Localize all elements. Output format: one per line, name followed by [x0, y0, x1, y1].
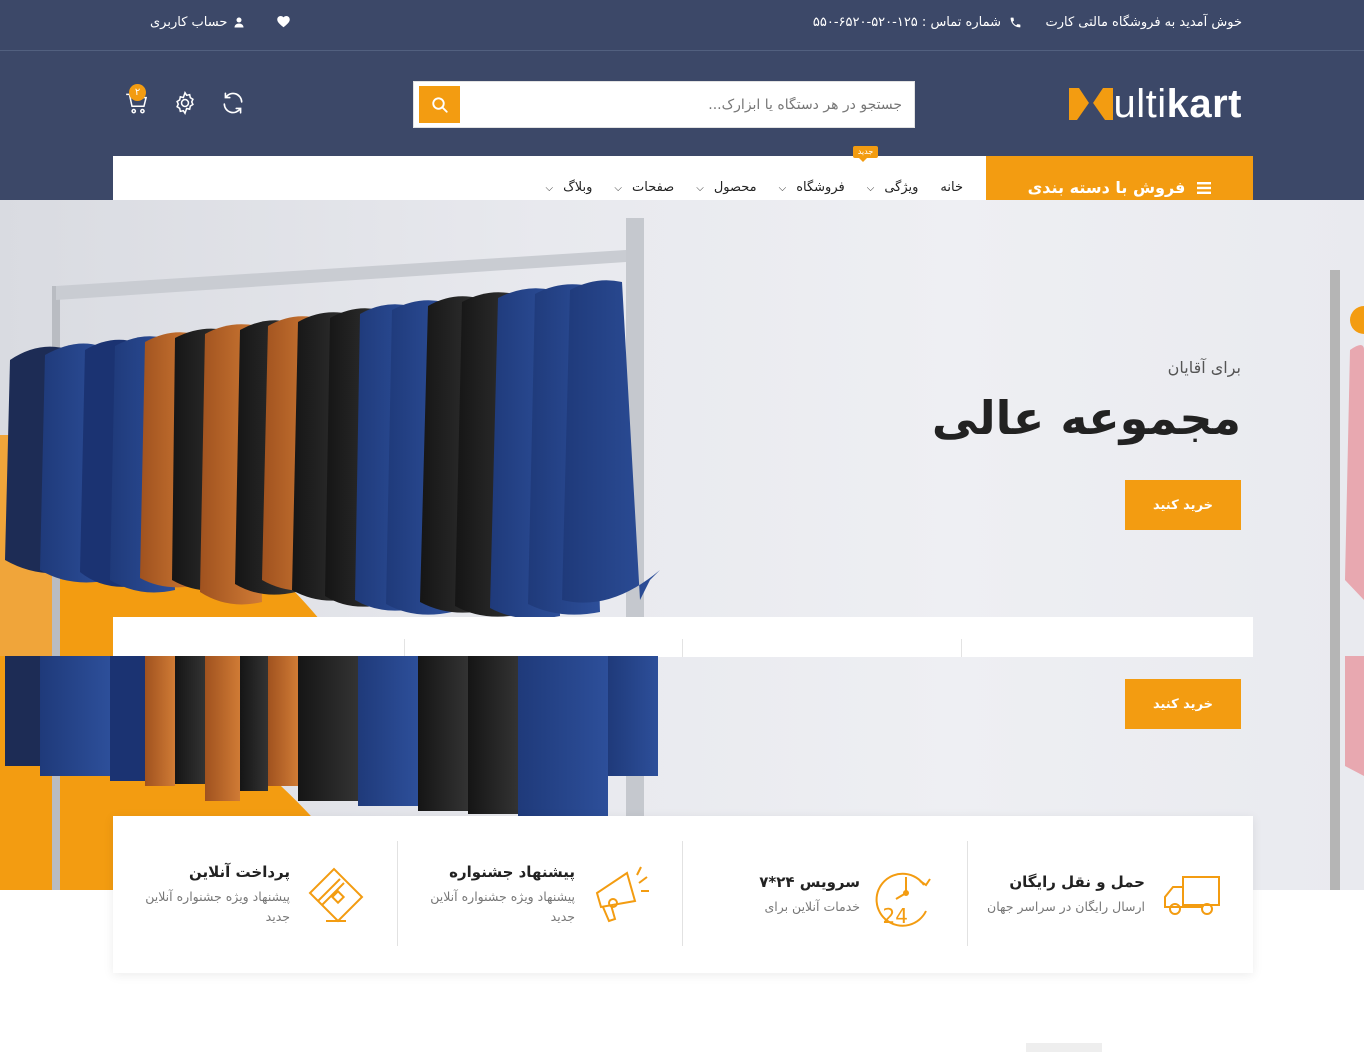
- phone-icon: [1010, 17, 1021, 28]
- clock-24-icon: 24: [875, 872, 931, 927]
- header-icons: ۲: [112, 84, 252, 126]
- logo[interactable]: ultikart: [1069, 84, 1242, 124]
- new-badge: جدید: [852, 146, 879, 162]
- service-desc: پیشنهاد ویژه جشنواره آنلاین جدید: [145, 888, 290, 924]
- nav-label: ویژگی: [884, 180, 919, 195]
- slider-strip: [113, 617, 1253, 657]
- menu-icon: [1197, 181, 1212, 194]
- chevron-down-icon: ⌵: [614, 183, 622, 194]
- hero-subtitle: برای آقایان: [1167, 358, 1241, 377]
- hero-text: برای آقایان مجموعه عالی: [932, 358, 1241, 445]
- compare-button[interactable]: [220, 90, 246, 120]
- welcome-text: خوش آمدید به فروشگاه مالتی کارت: [1045, 15, 1242, 30]
- contact-phone: شماره تماس : ۱۲۵-۵۲۰-۶۵۲۰-۵۵۰: [813, 15, 1022, 30]
- search-icon: [431, 96, 448, 113]
- service-title: سرویس ۲۴*۷: [759, 872, 860, 891]
- chevron-down-icon: ⌵: [778, 183, 787, 194]
- shop-now-button-2[interactable]: خرید کنید: [1125, 679, 1241, 729]
- service-desc: ارسال رایگان در سراسر جهان: [987, 898, 1145, 914]
- account-link[interactable]: حساب کاربری: [150, 15, 245, 30]
- refresh-icon: [223, 92, 243, 114]
- nav-item-blog[interactable]: وبلاگ ⌵: [546, 180, 593, 195]
- chevron-down-icon: ⌵: [866, 183, 875, 194]
- service-desc: پیشنهاد ویژه جشنواره آنلاین جدید: [430, 888, 575, 924]
- phone-text: شماره تماس : ۱۲۵-۵۲۰-۶۵۲۰-۵۵۰: [812, 15, 1001, 30]
- nav-label: وبلاگ: [563, 180, 593, 195]
- service-payment: پرداخت آنلاین پیشنهاد ویژه جشنواره آنلای…: [113, 816, 398, 973]
- service-text: پرداخت آنلاین پیشنهاد ویژه جشنواره آنلای…: [120, 863, 290, 927]
- service-festival: پیشنهاد جشنواره پیشنهاد ویژه جشنواره آنل…: [398, 816, 683, 973]
- nav-label: محصول: [713, 180, 757, 195]
- header: خوش آمدید به فروشگاه مالتی کارت شماره تم…: [0, 0, 1364, 219]
- divider: [682, 639, 683, 657]
- hero-slider: برای آقایان مجموعه عالی خرید کنید خرید ک…: [0, 200, 1364, 890]
- svg-text:24: 24: [883, 904, 908, 927]
- logo-mark: [1069, 88, 1114, 120]
- nav-item-features[interactable]: ویژگی ⌵ جدید: [852, 146, 919, 195]
- chevron-down-icon: ⌵: [696, 183, 704, 194]
- truck-icon: [1164, 875, 1220, 915]
- nav-label: صفحات: [632, 180, 675, 195]
- nav-item-pages[interactable]: صفحات ⌵: [614, 180, 674, 195]
- service-title: حمل و نقل رایگان: [1009, 872, 1145, 891]
- category-label: فروش با دسته بندی: [1027, 178, 1186, 197]
- services-bar: حمل و نقل رایگان ارسال رایگان در سراسر ج…: [113, 816, 1253, 973]
- scroll-indicator: [1026, 1043, 1102, 1052]
- service-shipping: حمل و نقل رایگان ارسال رایگان در سراسر ج…: [968, 816, 1253, 973]
- divider: [404, 639, 405, 657]
- hero-title: مجموعه عالی: [931, 391, 1241, 445]
- nav-label: فروشگاه: [796, 180, 845, 195]
- shop-now-button[interactable]: خرید کنید: [1125, 480, 1241, 530]
- account-label: حساب کاربری: [150, 15, 228, 30]
- wishlist-button[interactable]: [276, 14, 291, 32]
- top-bar: خوش آمدید به فروشگاه مالتی کارت شماره تم…: [0, 0, 1364, 51]
- service-title: پرداخت آنلاین: [188, 862, 290, 881]
- cart-count: ۲: [129, 84, 146, 101]
- nav-item-home[interactable]: خانه: [940, 180, 963, 195]
- search-input[interactable]: [469, 82, 914, 127]
- nav-item-shop[interactable]: فروشگاه ⌵: [779, 180, 845, 195]
- settings-icon: [176, 90, 194, 116]
- divider: [961, 639, 962, 657]
- service-text: پیشنهاد جشنواره پیشنهاد ویژه جشنواره آنل…: [405, 863, 575, 927]
- card-icon: [308, 867, 364, 922]
- search-bar: [413, 81, 915, 128]
- service-desc: خدمات آنلاین برای: [764, 898, 860, 914]
- chevron-down-icon: ⌵: [545, 183, 554, 194]
- megaphone-icon: [595, 866, 649, 922]
- heart-icon: [277, 16, 290, 28]
- search-button[interactable]: [419, 86, 460, 123]
- nav-label: خانه: [940, 180, 963, 195]
- nav-item-product[interactable]: محصول ⌵: [696, 180, 756, 195]
- jackets: [5, 280, 660, 619]
- service-support: 24 سرویس ۲۴*۷ خدمات آنلاین برای: [683, 816, 968, 973]
- service-text: حمل و نقل رایگان ارسال رایگان در سراسر ج…: [987, 873, 1145, 917]
- service-title: پیشنهاد جشنواره: [449, 862, 575, 881]
- settings-button[interactable]: [172, 90, 198, 120]
- service-text: سرویس ۲۴*۷ خدمات آنلاین برای: [759, 873, 860, 917]
- cart-button[interactable]: ۲: [124, 84, 150, 120]
- user-icon: [234, 17, 244, 28]
- logo-text: ultikart: [1113, 82, 1242, 126]
